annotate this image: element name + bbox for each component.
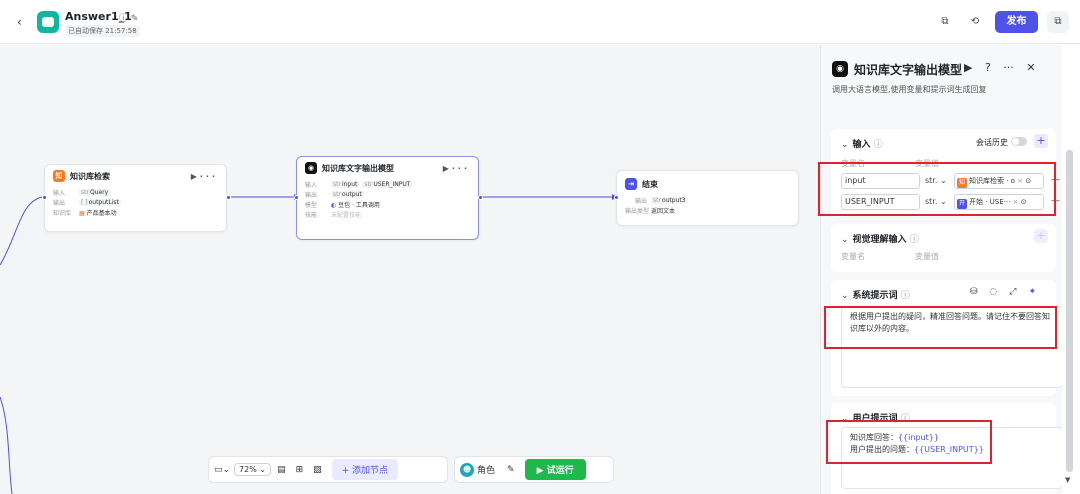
input-label: 输入 <box>305 181 318 189</box>
node-end[interactable]: ⇥ 结束 输出 stroutput3 输出类型 返回文本 <box>614 170 799 226</box>
node-title: 结束 <box>642 179 658 189</box>
bulb-icon[interactable]: ◌ <box>989 287 1009 297</box>
chevron-down-icon[interactable]: ⌄ <box>841 291 849 301</box>
scroll-down-icon[interactable]: ▼ <box>1065 476 1070 484</box>
highlight-box <box>826 420 992 464</box>
panel-description: 调用大语言模型,使用变量和提示词生成回复 <box>832 85 987 94</box>
knowledge-icon: 知 <box>53 170 65 182</box>
output-type-label: 输出类型 <box>625 207 650 215</box>
role-label[interactable]: 角色 <box>477 463 495 476</box>
add-vision-variable-button[interactable]: + <box>1034 229 1048 243</box>
node-title: 知识库文字输出模型 <box>322 163 394 173</box>
input-tag: strQuery <box>79 188 111 196</box>
layout-icon[interactable]: ⊞ <box>296 465 304 475</box>
more-icon[interactable]: ··· <box>200 172 218 181</box>
node-knowledge-search[interactable]: 知 知识库检索 ▶··· 输入 strQuery 输出 [ ]outputLis… <box>42 164 231 232</box>
library-icon[interactable]: ⛁ <box>970 287 990 297</box>
output-label: 输出 <box>305 191 318 199</box>
title-icons: ⓘ ✎ <box>119 11 138 24</box>
panel-header: ◉ 知识库文字输出模型 ▶ ? ··· ✕ 调用大语言模型,使用变量和提示词生成… <box>821 45 1062 100</box>
app-logo <box>37 11 59 33</box>
info-icon[interactable]: ⓘ <box>119 14 128 24</box>
output-type-value: 返回文本 <box>651 207 676 215</box>
copy-icon[interactable]: ⧉ <box>938 15 952 29</box>
ai-optimize-icon[interactable]: ✦ <box>1028 287 1048 297</box>
minimap-icon[interactable]: ▭⌄ <box>214 465 230 475</box>
add-variable-button[interactable]: + <box>1034 134 1048 148</box>
back-icon[interactable]: ‹ <box>17 15 22 29</box>
test-run-button[interactable]: ▶ 试运行 <box>524 459 586 480</box>
duplicate-icon[interactable]: ⧉ <box>1047 11 1069 33</box>
section-title: 视觉理解输入 <box>852 235 907 245</box>
comment-icon[interactable]: ▤ <box>277 465 286 475</box>
run-icon[interactable]: ▶ <box>191 172 200 181</box>
model-icon: ◉ <box>832 61 848 77</box>
col-name: 变量名 <box>841 252 865 261</box>
section-title: 输入 <box>852 140 871 150</box>
zoom-select[interactable]: 72% ⌄ <box>234 463 272 476</box>
info-icon: ⓘ <box>873 140 883 150</box>
history-toggle[interactable]: 会话历史 <box>976 137 1027 148</box>
input-port[interactable] <box>294 195 299 200</box>
publish-button[interactable]: 发布 <box>995 11 1038 33</box>
panel-title: 知识库文字输出模型 <box>854 63 963 77</box>
kb-value: ▦ 产品基本功 <box>79 209 117 217</box>
end-icon: ⇥ <box>625 178 637 190</box>
input-port[interactable] <box>42 195 47 200</box>
output-tag: stroutput3 <box>651 196 688 204</box>
input-tag: strUSER_INPUT <box>362 180 413 188</box>
output-port[interactable] <box>478 195 483 200</box>
toggle-switch[interactable] <box>1011 137 1027 146</box>
highlight-box <box>818 162 1056 216</box>
expand-icon[interactable]: ⤢ <box>1009 287 1028 297</box>
output-tag: stroutput <box>331 190 364 198</box>
debug-icon[interactable]: ✎ <box>507 465 515 475</box>
image-icon[interactable]: ▨ <box>313 465 322 475</box>
edit-icon[interactable]: ✎ <box>131 14 139 24</box>
workflow-canvas[interactable]: 知 知识库检索 ▶··· 输入 strQuery 输出 [ ]outputLis… <box>0 45 820 494</box>
chevron-down-icon[interactable]: ⌄ <box>841 140 849 150</box>
more-icon[interactable]: ··· <box>452 164 470 173</box>
canvas-tools: ▭⌄ 72% ⌄ ▤ ⊞ ▨ + 添加节点 <box>208 456 448 483</box>
panel-scrollbar[interactable] <box>1066 150 1073 472</box>
output-label: 输出 <box>53 199 66 207</box>
node-title: 知识库检索 <box>70 171 110 181</box>
section-title: 系统提示词 <box>852 291 898 301</box>
canvas-toolbar: ▭⌄ 72% ⌄ ▤ ⊞ ▨ + 添加节点 ☻ 角色 ✎ ▶ 试运行 <box>208 456 614 483</box>
info-icon: ⓘ <box>900 291 910 301</box>
run-icon[interactable]: ▶ <box>443 164 452 173</box>
input-label: 输入 <box>53 189 66 197</box>
kb-label: 知识库 <box>53 209 72 217</box>
role-avatar-icon: ☻ <box>460 462 474 477</box>
input-tag: strinput <box>331 180 360 188</box>
output-label: 输出 <box>634 197 647 205</box>
add-node-button[interactable]: + 添加节点 <box>331 459 399 480</box>
run-tools: ☻ 角色 ✎ ▶ 试运行 <box>454 456 614 483</box>
node-llm[interactable]: ◉ 知识库文字输出模型 ▶··· 输入 strinput strUSER_INP… <box>294 156 483 240</box>
autosave-status: 已自动保存 21:57:58 <box>65 25 140 37</box>
run-icon[interactable]: ▶ <box>964 61 972 74</box>
model-icon: ◉ <box>305 162 317 174</box>
chat-bubble-icon <box>42 17 54 27</box>
more-icon[interactable]: ··· <box>1003 61 1014 74</box>
close-icon[interactable]: ✕ <box>1026 61 1035 74</box>
model-label: 模型 <box>305 201 318 209</box>
vision-input-section: ⌄ 视觉理解输入 ⓘ + 变量名 变量值 <box>831 224 1056 272</box>
output-tag: [ ]outputList <box>79 198 121 206</box>
history-icon[interactable]: ⟲ <box>968 15 982 29</box>
top-bar: ‹ Answer1_1 ⓘ ✎ 已自动保存 21:57:58 ⧉ ⟲ 发布 ⧉ <box>0 0 1080 44</box>
connection-wires <box>0 194 617 494</box>
model-value: ◐ 豆包 · 工具调用 <box>331 201 380 209</box>
help-icon[interactable]: ? <box>985 61 991 74</box>
input-port[interactable] <box>614 195 619 200</box>
col-value: 变量值 <box>915 252 939 261</box>
chevron-down-icon[interactable]: ⌄ <box>841 235 849 245</box>
output-port[interactable] <box>226 195 231 200</box>
skill-value: 未配置技能 <box>331 211 362 219</box>
highlight-box <box>824 306 1057 349</box>
info-icon: ⓘ <box>909 235 919 245</box>
skill-label: 技能 <box>305 211 318 219</box>
